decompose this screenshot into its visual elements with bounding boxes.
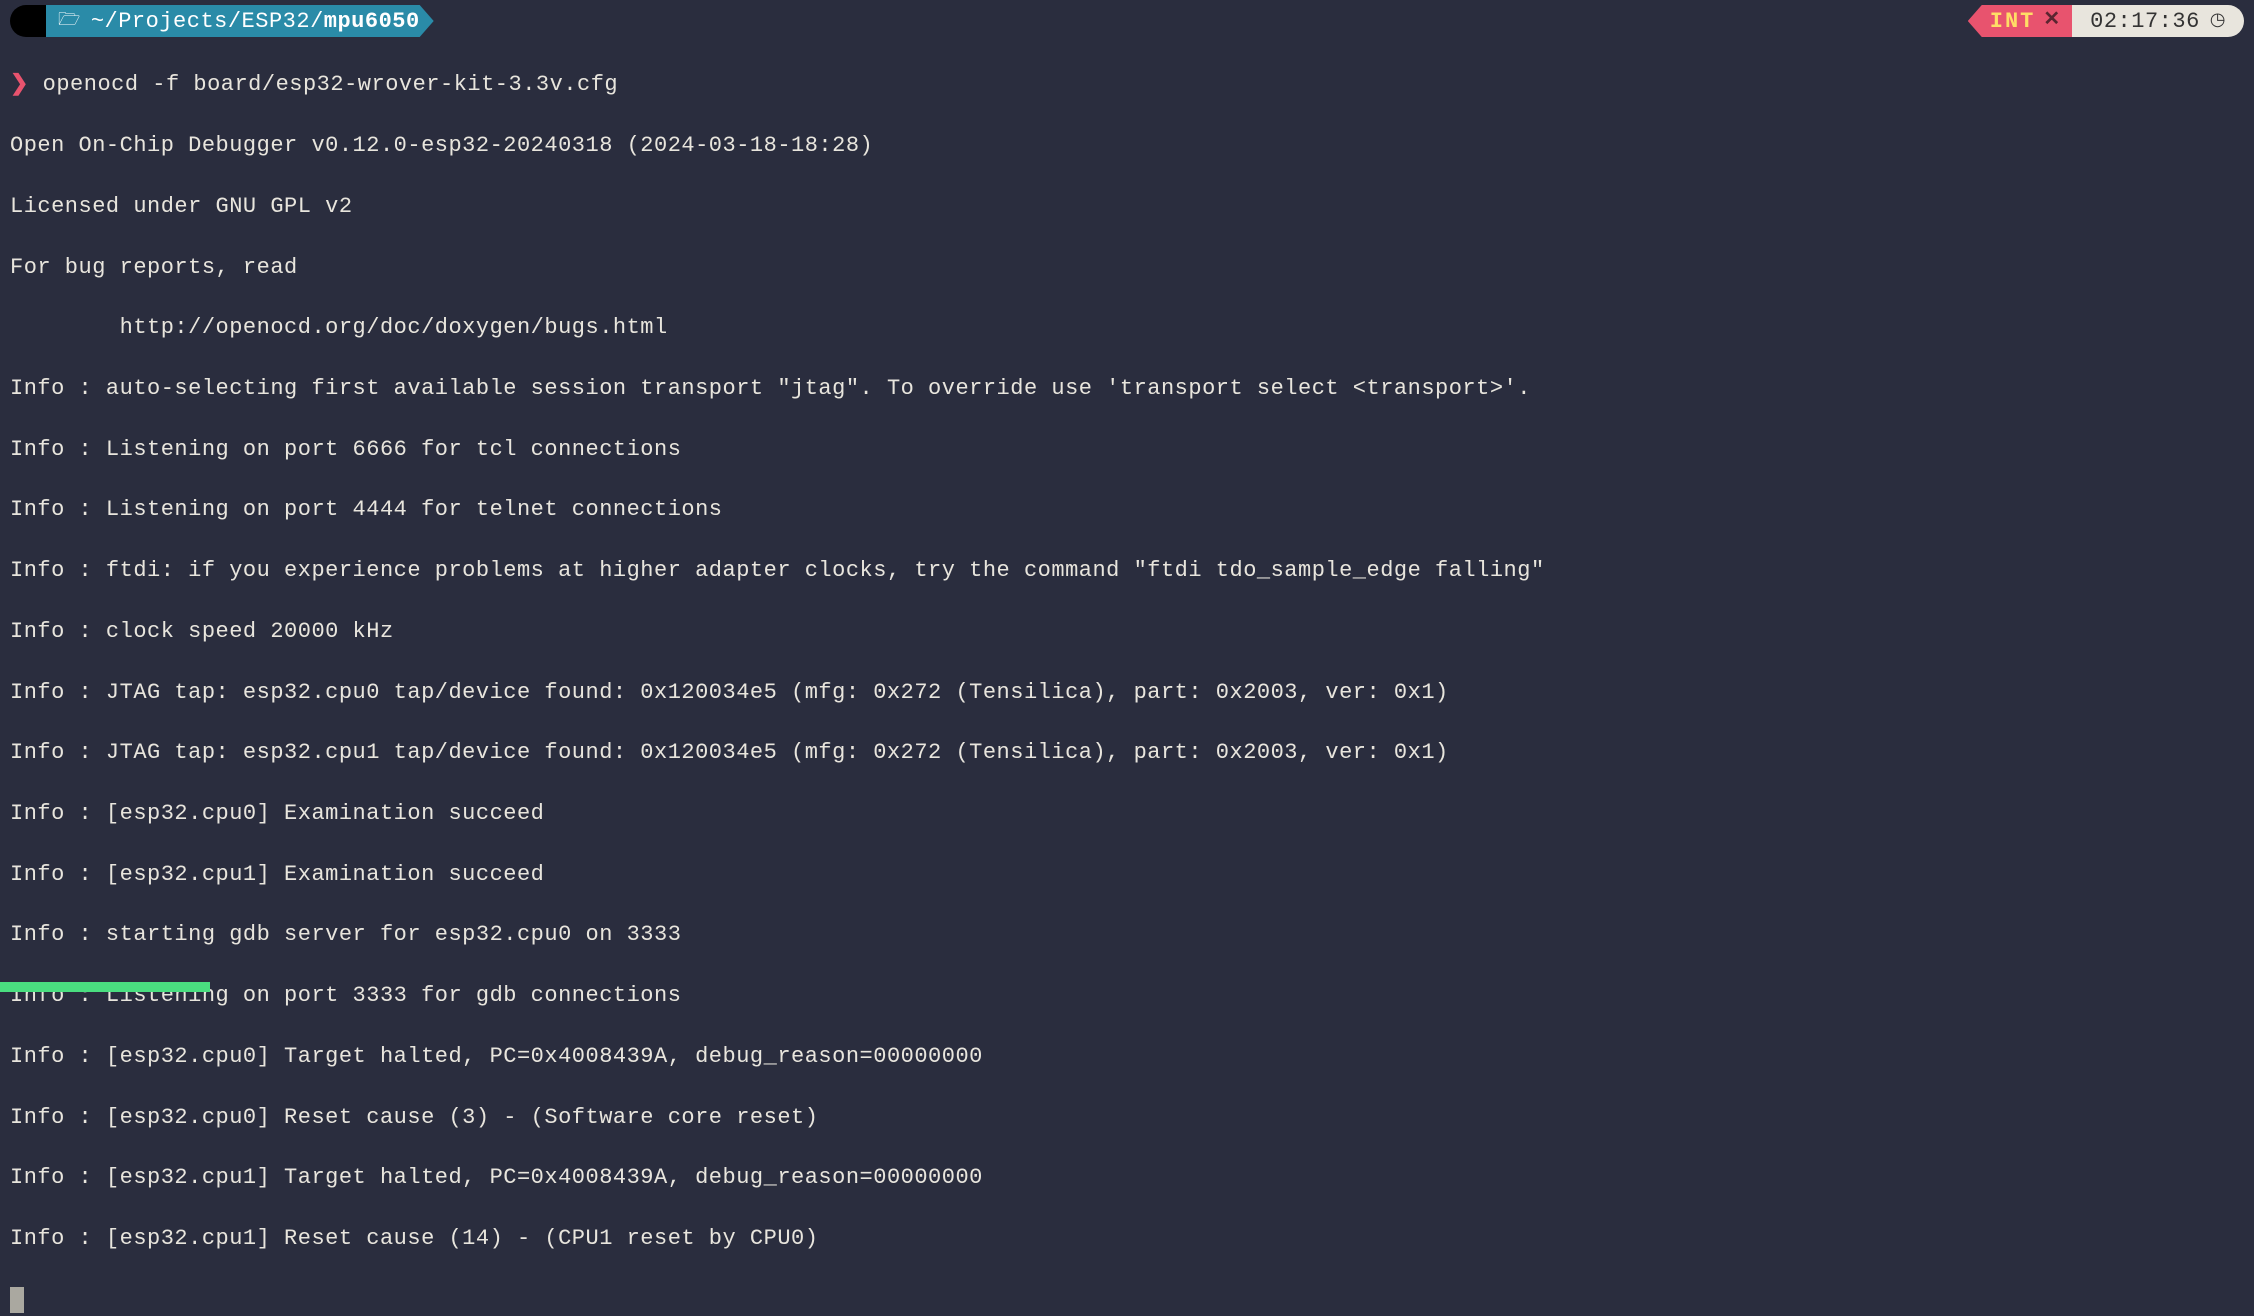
output-line: Info : Listening on port 3333 for gdb co…: [10, 981, 2244, 1011]
output-line: http://openocd.org/doc/doxygen/bugs.html: [10, 313, 2244, 343]
output-line: Info : JTAG tap: esp32.cpu0 tap/device f…: [10, 678, 2244, 708]
cwd-path-current: mpu6050: [324, 5, 420, 38]
output-line: Info : [esp32.cpu1] Examination succeed: [10, 860, 2244, 890]
output-line: Licensed under GNU GPL v2: [10, 192, 2244, 222]
output-line: Info : [esp32.cpu0] Reset cause (3) - (S…: [10, 1103, 2244, 1133]
output-line: Open On-Chip Debugger v0.12.0-esp32-2024…: [10, 131, 2244, 161]
output-line: Info : [esp32.cpu0] Target halted, PC=0x…: [10, 1042, 2244, 1072]
output-line: Info : [esp32.cpu1] Target halted, PC=0x…: [10, 1163, 2244, 1193]
prompt-symbol: ❯: [10, 72, 29, 97]
output-line: Info : ftdi: if you experience problems …: [10, 556, 2244, 586]
time-badge: 02:17:36 ◷: [2072, 5, 2244, 37]
cwd-badge: 🗁 ~/Projects/ESP32/mpu6050: [46, 5, 434, 37]
status-bar: [0, 980, 210, 994]
output-line: Info : Listening on port 6666 for tcl co…: [10, 435, 2244, 465]
output-line: Info : JTAG tap: esp32.cpu1 tap/device f…: [10, 738, 2244, 768]
clock-icon: ◷: [2210, 8, 2226, 35]
output-line: Info : starting gdb server for esp32.cpu…: [10, 920, 2244, 950]
header-left-group: 🗁 ~/Projects/ESP32/mpu6050: [10, 5, 434, 37]
output-line: Info : auto-selecting first available se…: [10, 374, 2244, 404]
mode-badge: INT ✕: [1968, 5, 2072, 37]
terminal-body[interactable]: ❯ openocd -f board/esp32-wrover-kit-3.3v…: [0, 40, 2254, 1316]
time-value: 02:17:36: [2090, 5, 2200, 38]
output-line: Info : [esp32.cpu1] Reset cause (14) - (…: [10, 1224, 2244, 1254]
mode-label: INT: [1990, 5, 2036, 38]
command-line: ❯ openocd -f board/esp32-wrover-kit-3.3v…: [10, 70, 2244, 100]
command-text: openocd -f board/esp32-wrover-kit-3.3v.c…: [43, 72, 619, 97]
cwd-path-prefix: ~/Projects/ESP32/: [91, 5, 324, 38]
output-line: For bug reports, read: [10, 253, 2244, 283]
output-line: Info : [esp32.cpu0] Examination succeed: [10, 799, 2244, 829]
os-badge: [10, 5, 46, 37]
header-right-group: INT ✕ 02:17:36 ◷: [1968, 5, 2244, 37]
terminal-header: 🗁 ~/Projects/ESP32/mpu6050 INT ✕ 02:17:3…: [0, 0, 2254, 40]
status-bar-segment: [0, 982, 210, 992]
terminal-cursor: [10, 1287, 24, 1313]
folder-icon: 🗁: [58, 8, 81, 35]
close-icon: ✕: [2043, 6, 2062, 36]
output-line: Info : Listening on port 4444 for telnet…: [10, 495, 2244, 525]
output-line: Info : clock speed 20000 kHz: [10, 617, 2244, 647]
